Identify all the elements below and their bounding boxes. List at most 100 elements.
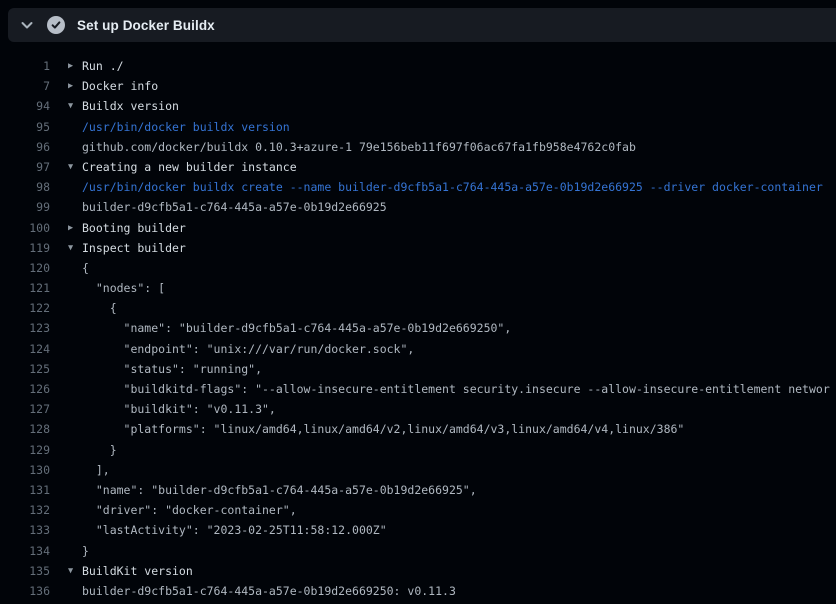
- line-number[interactable]: 134: [0, 541, 50, 561]
- line-number[interactable]: 119: [0, 238, 50, 258]
- marker-spacer: [68, 359, 82, 379]
- group-toggle-icon[interactable]: ▼: [68, 96, 82, 116]
- group-toggle-icon[interactable]: ▼: [68, 238, 82, 258]
- marker-spacer: [68, 278, 82, 298]
- log-text: "driver": "docker-container",: [82, 500, 297, 520]
- line-number[interactable]: 130: [0, 460, 50, 480]
- log-text: builder-d9cfb5a1-c764-445a-a57e-0b19d2e6…: [82, 197, 387, 217]
- marker-spacer: [68, 318, 82, 338]
- line-number[interactable]: 125: [0, 359, 50, 379]
- line-number[interactable]: 132: [0, 500, 50, 520]
- log-line: 96 github.com/docker/buildx 0.10.3+azure…: [0, 137, 836, 157]
- marker-spacer: [68, 500, 82, 520]
- log-group-line[interactable]: 100 ▶ Booting builder: [0, 218, 836, 238]
- marker-spacer: [68, 298, 82, 318]
- marker-spacer: [68, 520, 82, 540]
- line-number[interactable]: 100: [0, 218, 50, 238]
- step-title: Set up Docker Buildx: [77, 18, 215, 33]
- line-number[interactable]: 127: [0, 399, 50, 419]
- line-number[interactable]: 94: [0, 96, 50, 116]
- line-number[interactable]: 1: [0, 56, 50, 76]
- line-number[interactable]: 97: [0, 157, 50, 177]
- log-group-line[interactable]: 119 ▼ Inspect builder: [0, 238, 836, 258]
- line-number[interactable]: 123: [0, 318, 50, 338]
- group-toggle-icon[interactable]: ▶: [68, 218, 82, 238]
- marker-spacer: [68, 460, 82, 480]
- log-text: BuildKit version: [82, 561, 193, 581]
- line-number[interactable]: 96: [0, 137, 50, 157]
- log-text: "status": "running",: [82, 359, 262, 379]
- marker-spacer: [68, 117, 82, 137]
- log-line: 121 "nodes": [: [0, 278, 836, 298]
- line-number[interactable]: 133: [0, 520, 50, 540]
- log-text: /usr/bin/docker buildx version: [82, 117, 290, 137]
- log-group-line[interactable]: 1 ▶ Run ./: [0, 56, 836, 76]
- log-line: 95 /usr/bin/docker buildx version: [0, 117, 836, 137]
- log-line: 132 "driver": "docker-container",: [0, 500, 836, 520]
- marker-spacer: [68, 197, 82, 217]
- log-group-line[interactable]: 97 ▼ Creating a new builder instance: [0, 157, 836, 177]
- line-number[interactable]: 135: [0, 561, 50, 581]
- marker-spacer: [68, 137, 82, 157]
- log-group-line[interactable]: 94 ▼ Buildx version: [0, 96, 836, 116]
- marker-spacer: [68, 480, 82, 500]
- line-number[interactable]: 129: [0, 440, 50, 460]
- group-toggle-icon[interactable]: ▼: [68, 157, 82, 177]
- line-number[interactable]: 120: [0, 258, 50, 278]
- line-number[interactable]: 99: [0, 197, 50, 217]
- chevron-down-icon[interactable]: [19, 17, 35, 33]
- log-text: github.com/docker/buildx 0.10.3+azure-1 …: [82, 137, 636, 157]
- log-text: "buildkitd-flags": "--allow-insecure-ent…: [82, 379, 830, 399]
- log-line: 123 "name": "builder-d9cfb5a1-c764-445a-…: [0, 318, 836, 338]
- step-header[interactable]: Set up Docker Buildx: [8, 8, 836, 42]
- marker-spacer: [68, 177, 82, 197]
- log-text: "endpoint": "unix:///var/run/docker.sock…: [82, 339, 414, 359]
- log-line: 125 "status": "running",: [0, 359, 836, 379]
- marker-spacer: [68, 440, 82, 460]
- log-text: Buildx version: [82, 96, 179, 116]
- line-number[interactable]: 124: [0, 339, 50, 359]
- log-text: /usr/bin/docker buildx create --name bui…: [82, 177, 823, 197]
- line-number[interactable]: 98: [0, 177, 50, 197]
- log-text: Docker info: [82, 76, 158, 96]
- log-text: "buildkit": "v0.11.3",: [82, 399, 276, 419]
- group-toggle-icon[interactable]: ▼: [68, 561, 82, 581]
- log-line: 131 "name": "builder-d9cfb5a1-c764-445a-…: [0, 480, 836, 500]
- line-number[interactable]: 95: [0, 117, 50, 137]
- log-line: 120 {: [0, 258, 836, 278]
- marker-spacer: [68, 419, 82, 439]
- log-text: {: [82, 258, 89, 278]
- log-text: Inspect builder: [82, 238, 186, 258]
- log-line: 124 "endpoint": "unix:///var/run/docker.…: [0, 339, 836, 359]
- line-number[interactable]: 7: [0, 76, 50, 96]
- log-text: "lastActivity": "2023-02-25T11:58:12.000…: [82, 520, 387, 540]
- line-number[interactable]: 136: [0, 581, 50, 601]
- log-line: 130 ],: [0, 460, 836, 480]
- log-group-line[interactable]: 7 ▶ Docker info: [0, 76, 836, 96]
- log-text: Creating a new builder instance: [82, 157, 297, 177]
- log-text: }: [82, 541, 89, 561]
- line-number[interactable]: 121: [0, 278, 50, 298]
- marker-spacer: [68, 541, 82, 561]
- line-number[interactable]: 131: [0, 480, 50, 500]
- log-text: {: [82, 298, 117, 318]
- marker-spacer: [68, 379, 82, 399]
- log-line: 127 "buildkit": "v0.11.3",: [0, 399, 836, 419]
- line-number[interactable]: 126: [0, 379, 50, 399]
- log-line: 133 "lastActivity": "2023-02-25T11:58:12…: [0, 520, 836, 540]
- log-text: Booting builder: [82, 218, 186, 238]
- log-group-line[interactable]: 135 ▼ BuildKit version: [0, 561, 836, 581]
- line-number[interactable]: 122: [0, 298, 50, 318]
- check-circle-icon: [47, 16, 65, 34]
- group-toggle-icon[interactable]: ▶: [68, 56, 82, 76]
- group-toggle-icon[interactable]: ▶: [68, 76, 82, 96]
- log-text: "platforms": "linux/amd64,linux/amd64/v2…: [82, 419, 684, 439]
- log-line: 136 builder-d9cfb5a1-c764-445a-a57e-0b19…: [0, 581, 836, 601]
- log-line: 122 {: [0, 298, 836, 318]
- log-text: Run ./: [82, 56, 124, 76]
- log-text: "name": "builder-d9cfb5a1-c764-445a-a57e…: [82, 480, 477, 500]
- log-text: builder-d9cfb5a1-c764-445a-a57e-0b19d2e6…: [82, 581, 456, 601]
- log-viewer: 1 ▶ Run ./ 7 ▶ Docker info 94 ▼ Buildx v…: [0, 56, 836, 601]
- log-line: 99 builder-d9cfb5a1-c764-445a-a57e-0b19d…: [0, 197, 836, 217]
- line-number[interactable]: 128: [0, 419, 50, 439]
